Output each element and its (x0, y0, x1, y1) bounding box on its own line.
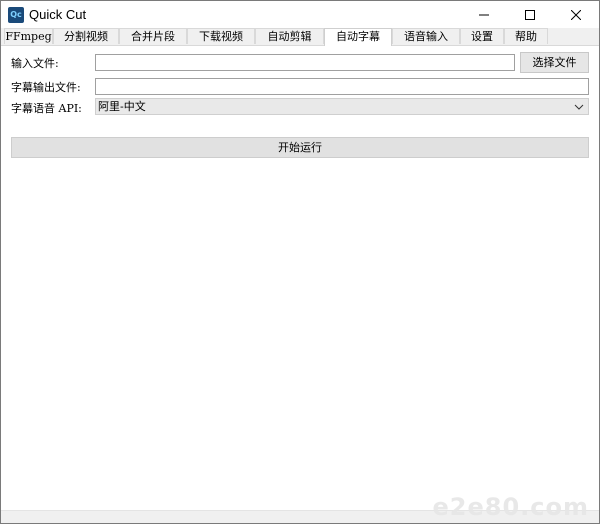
close-icon (571, 9, 581, 20)
subtitle-output-label: 字幕输出文件: (11, 81, 81, 94)
tab-download-video[interactable]: 下载视频 (187, 28, 255, 44)
window-title: Quick Cut (29, 7, 87, 22)
tab-bar: FFmpeg 分割视频 合并片段 下载视频 自动剪辑 自动字幕 语音输入 设置 … (1, 28, 599, 46)
title-bar: Qc Quick Cut (1, 1, 599, 28)
speech-api-selected-value: 阿里-中文 (98, 100, 146, 113)
tab-help[interactable]: 帮助 (504, 28, 548, 44)
maximize-button[interactable] (507, 1, 553, 28)
tab-auto-subtitle[interactable]: 自动字幕 (324, 28, 392, 46)
minimize-button[interactable] (461, 1, 507, 28)
app-window: Qc Quick Cut FFmpeg 分割视频 合并片段 下载视频 自动剪辑 … (0, 0, 600, 524)
tab-settings[interactable]: 设置 (460, 28, 504, 44)
speech-api-label: 字幕语音 API: (11, 102, 82, 115)
window-controls (461, 1, 599, 28)
auto-subtitle-panel: 输入文件: 选择文件 字幕输出文件: 字幕语音 API: 阿里-中文 开始运行 (1, 46, 599, 511)
input-file-label: 输入文件: (11, 57, 59, 70)
maximize-icon (525, 9, 535, 20)
tab-merge-clips[interactable]: 合并片段 (119, 28, 187, 44)
tab-auto-edit[interactable]: 自动剪辑 (255, 28, 324, 44)
input-file-field[interactable] (95, 54, 515, 71)
subtitle-output-field[interactable] (95, 78, 589, 95)
speech-api-select[interactable]: 阿里-中文 (95, 98, 589, 115)
chevron-down-icon (574, 104, 584, 110)
close-button[interactable] (553, 1, 599, 28)
watermark: e2e80.com (432, 493, 589, 521)
choose-file-button[interactable]: 选择文件 (520, 52, 589, 73)
tab-voice-input[interactable]: 语音输入 (392, 28, 460, 44)
tab-split-video[interactable]: 分割视频 (53, 28, 119, 44)
minimize-icon (479, 14, 489, 15)
start-run-button[interactable]: 开始运行 (11, 137, 589, 158)
tab-ffmpeg[interactable]: FFmpeg (4, 28, 53, 44)
app-logo-icon: Qc (8, 6, 24, 23)
